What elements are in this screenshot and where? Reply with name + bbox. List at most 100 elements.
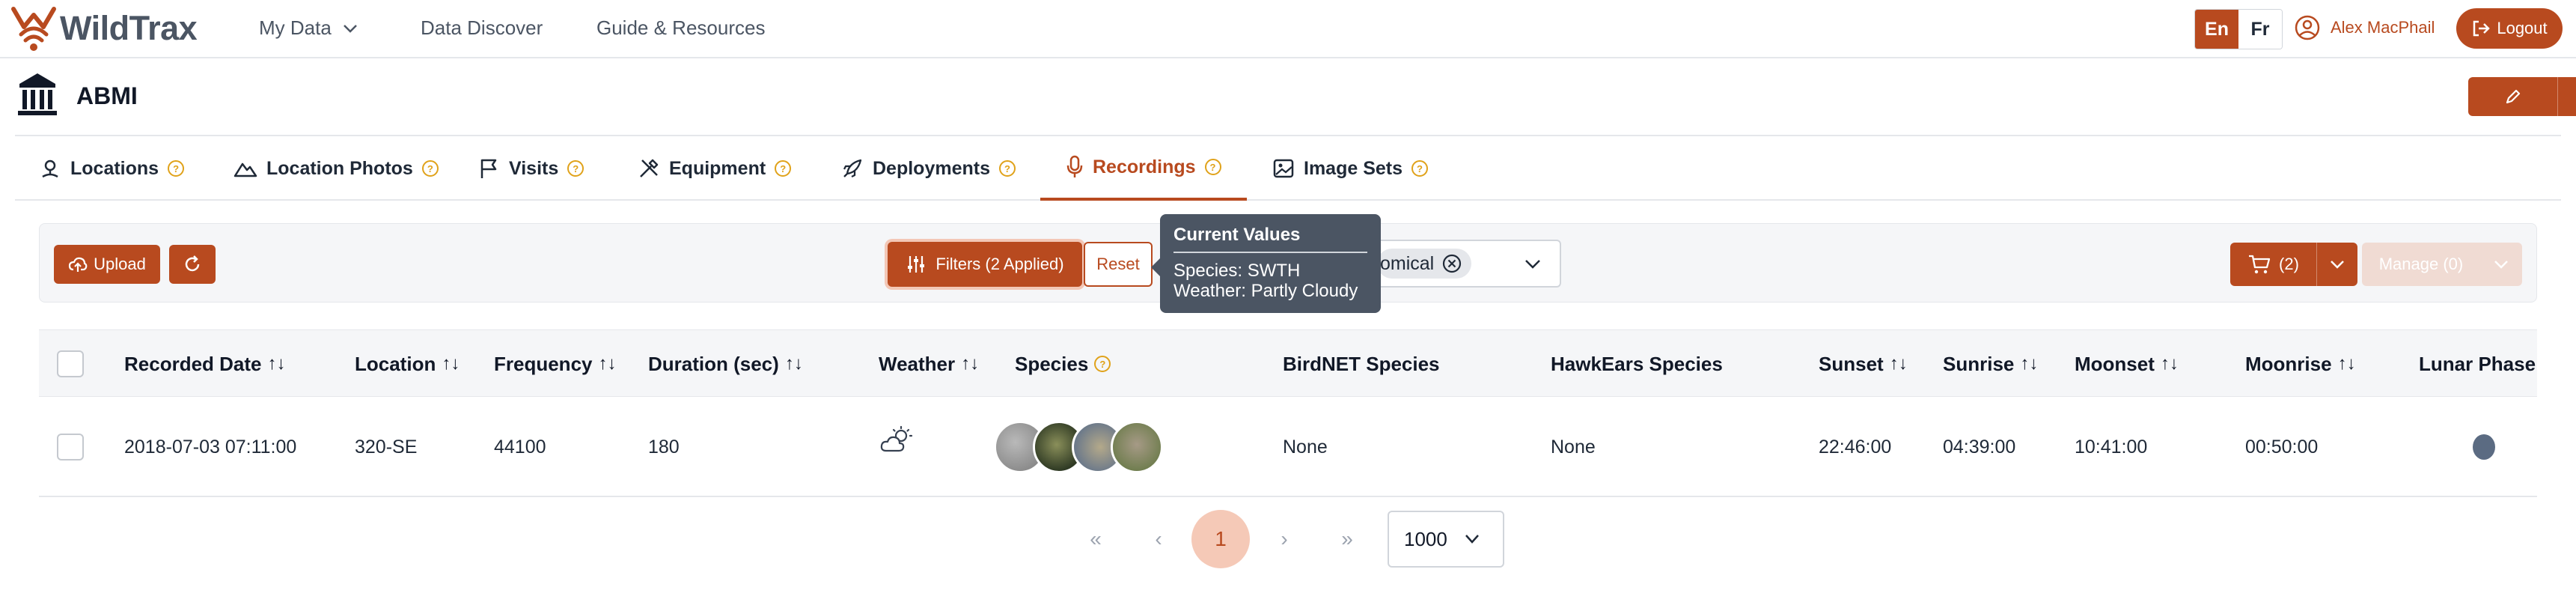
col-duration-label: Duration (sec)	[648, 352, 779, 375]
help-icon[interactable]: ?	[1411, 160, 1429, 177]
sliders-icon	[906, 255, 927, 274]
edit-button[interactable]	[2468, 77, 2558, 116]
upload-button[interactable]: Upload	[54, 245, 160, 284]
tab-equipment[interactable]: Equipment ?	[638, 136, 792, 201]
tab-location-photos[interactable]: Location Photos ?	[234, 136, 439, 201]
col-moonset[interactable]: Moonset ↑↓	[2075, 330, 2179, 398]
per-page-select[interactable]: 1000	[1388, 511, 1504, 568]
cell-species[interactable]	[994, 397, 1173, 497]
row-checkbox[interactable]	[57, 434, 84, 460]
chevron-down-icon	[1464, 534, 1480, 544]
edit-dropdown-toggle[interactable]	[2558, 77, 2576, 116]
manage-button[interactable]: Manage (0)	[2362, 243, 2480, 286]
table-header: Recorded Date ↑↓ Location ↑↓ Frequency ↑↓ D…	[39, 329, 2537, 397]
help-icon[interactable]: ?	[168, 160, 185, 177]
wildtrax-logo-icon[interactable]	[9, 4, 58, 54]
tab-visits[interactable]: Visits ?	[479, 136, 585, 201]
select-all-checkbox[interactable]	[57, 350, 84, 377]
project-title: ABMI	[76, 82, 138, 109]
help-icon[interactable]: ?	[567, 160, 585, 177]
help-icon[interactable]: ?	[775, 160, 792, 177]
view-select[interactable]: omical	[1376, 240, 1561, 288]
logout-button[interactable]: Logout	[2456, 8, 2563, 49]
page-1-button[interactable]: 1	[1191, 510, 1250, 568]
help-icon[interactable]: ?	[998, 160, 1016, 177]
species-thumbnail[interactable]	[1111, 421, 1163, 473]
cell-sunset: 22:46:00	[1819, 436, 1892, 457]
nav-data-discover[interactable]: Data Discover	[421, 16, 543, 40]
col-frequency[interactable]: Frequency ↑↓	[494, 330, 617, 398]
user-circle-icon	[2295, 15, 2320, 40]
lang-fr-button[interactable]: Fr	[2238, 10, 2282, 49]
nav-my-data[interactable]: My Data	[259, 16, 358, 40]
col-sunrise[interactable]: Sunrise ↑↓	[1943, 330, 2038, 398]
cart-dropdown-toggle[interactable]	[2317, 243, 2357, 286]
filters-tooltip: Current Values Species: SWTH Weather: Pa…	[1160, 214, 1381, 313]
cart-split-button: (2)	[2230, 243, 2357, 286]
col-lunar-phase: Lunar Phase	[2419, 330, 2536, 398]
tab-locations[interactable]: Locations ?	[39, 136, 185, 201]
filters-button[interactable]: Filters (2 Applied)	[888, 242, 1082, 287]
partly-cloudy-icon	[879, 425, 915, 455]
table-row[interactable]: 2018-07-03 07:11:00 320-SE 44100 180 Non…	[39, 397, 2537, 497]
tab-locations-label: Locations	[70, 157, 159, 179]
logout-label: Logout	[2497, 19, 2548, 37]
cell-moonset: 10:41:00	[2075, 436, 2148, 457]
user-menu[interactable]: Alex MacPhail	[2295, 15, 2435, 40]
col-sunrise-label: Sunrise	[1943, 352, 2015, 375]
help-icon[interactable]: ?	[1094, 356, 1111, 372]
lang-en-button[interactable]: En	[2195, 10, 2238, 49]
cell-location: 320-SE	[355, 436, 418, 457]
col-sunset[interactable]: Sunset ↑↓	[1819, 330, 1908, 398]
cart-button[interactable]: (2)	[2230, 243, 2317, 286]
reset-button[interactable]: Reset	[1084, 242, 1153, 287]
next-page-button[interactable]: ›	[1269, 524, 1299, 554]
manage-dropdown-toggle[interactable]	[2480, 243, 2522, 286]
col-moonrise-label: Moonrise	[2245, 352, 2332, 375]
tab-deployments-label: Deployments	[873, 157, 990, 179]
manage-split-button: Manage (0)	[2362, 243, 2522, 286]
cell-hawkears: None	[1551, 436, 1596, 457]
pencil-icon	[2504, 88, 2522, 106]
first-page-button[interactable]: «	[1081, 524, 1111, 554]
refresh-button[interactable]	[169, 245, 216, 284]
col-weather[interactable]: Weather ↑↓	[879, 330, 979, 398]
location-pin-icon	[39, 157, 61, 180]
logo-text[interactable]: WildTrax	[60, 9, 198, 48]
top-navbar: WildTrax My Data Data Discover Guide & R…	[0, 0, 2576, 58]
tooltip-line-weather: Weather: Partly Cloudy	[1173, 281, 1358, 301]
col-recorded-date[interactable]: Recorded Date ↑↓	[124, 330, 286, 398]
chevron-down-icon	[2330, 260, 2345, 269]
col-lunar-phase-label: Lunar Phase	[2419, 352, 2536, 375]
prev-page-button[interactable]: ‹	[1144, 524, 1173, 554]
chevron-down-icon	[1524, 259, 1542, 270]
help-icon[interactable]: ?	[421, 160, 439, 177]
chip-label: omical	[1380, 252, 1435, 274]
close-circle-icon[interactable]	[1441, 253, 1462, 274]
chevron-down-icon	[2494, 260, 2509, 269]
tab-recordings[interactable]: Recordings ?	[1040, 136, 1247, 201]
tab-equipment-label: Equipment	[669, 157, 766, 179]
tab-location-photos-label: Location Photos	[266, 157, 413, 179]
tooltip-arrow	[1151, 258, 1160, 276]
filters-label: Filters (2 Applied)	[936, 255, 1064, 273]
tab-image-sets[interactable]: Image Sets ?	[1272, 136, 1429, 201]
cell-recorded-date[interactable]: 2018-07-03 07:11:00	[124, 397, 296, 497]
cloud-upload-icon	[68, 256, 88, 273]
flag-icon	[479, 157, 500, 180]
col-birdnet-label: BirdNET Species	[1283, 352, 1440, 375]
landscape-icon	[234, 158, 257, 179]
user-name: Alex MacPhail	[2331, 18, 2435, 37]
col-location[interactable]: Location ↑↓	[355, 330, 460, 398]
cell-birdnet: None	[1283, 436, 1328, 457]
col-duration[interactable]: Duration (sec) ↑↓	[648, 330, 803, 398]
help-icon[interactable]: ?	[1204, 159, 1221, 175]
last-page-button[interactable]: »	[1332, 524, 1362, 554]
cell-duration: 180	[648, 436, 680, 457]
select-all-checkbox-cell	[57, 330, 84, 398]
col-moonrise[interactable]: Moonrise ↑↓	[2245, 330, 2356, 398]
nav-guide-resources[interactable]: Guide & Resources	[596, 16, 765, 40]
tab-deployments[interactable]: Deployments ?	[841, 136, 1016, 201]
sort-icon: ↑↓	[1889, 353, 1908, 374]
tab-visits-label: Visits	[509, 157, 559, 179]
